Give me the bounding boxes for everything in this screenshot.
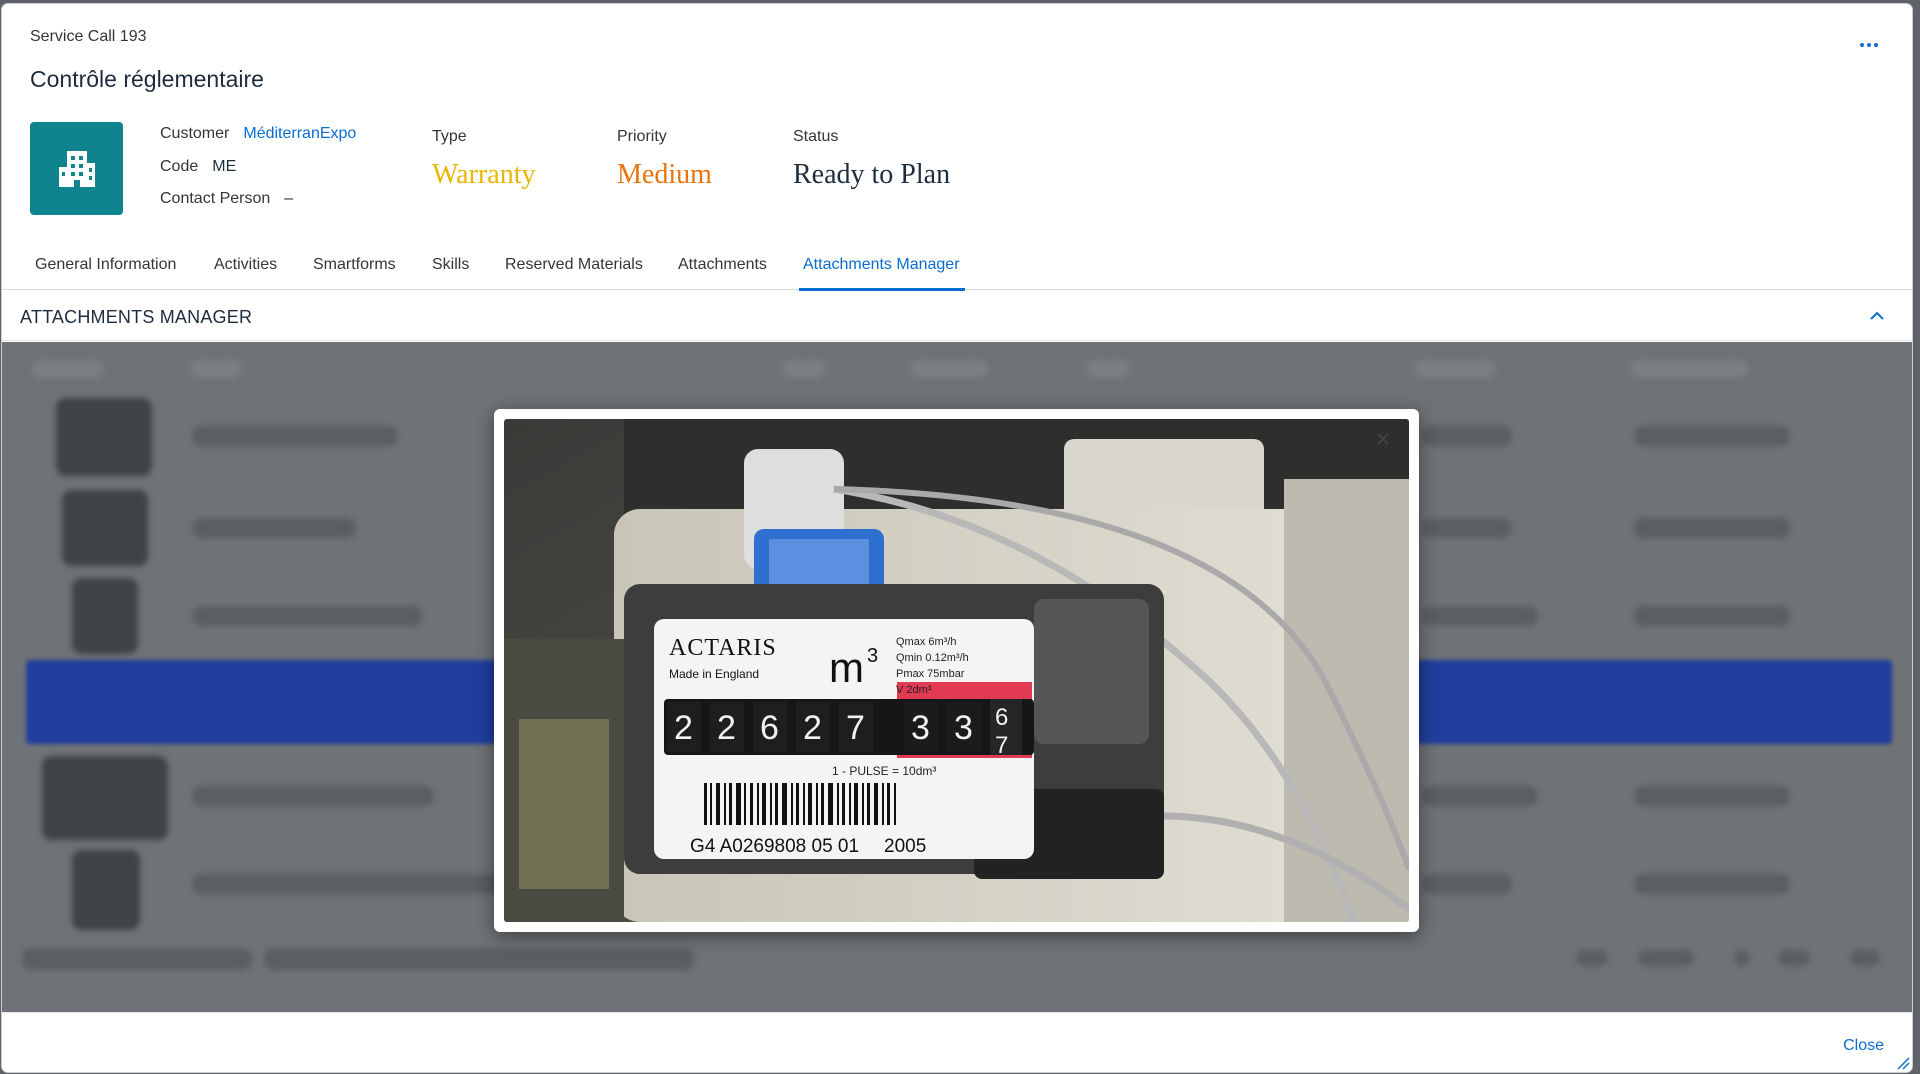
blurred-header-cell (1630, 360, 1748, 378)
blurred-cell (1634, 874, 1790, 894)
chevron-up-icon[interactable] (1866, 305, 1888, 327)
meter-digit-8-bottom: 7 (995, 732, 1008, 759)
more-options-button[interactable] (1852, 32, 1886, 58)
image-viewer-popup: ACTARIS Made in England m 3 Qmax 6m³/h Q… (494, 409, 1419, 932)
meter-pulse: 1 - PULSE = 10dm³ (832, 764, 936, 778)
tab-reserved-materials[interactable]: Reserved Materials (505, 256, 643, 274)
resize-grip-icon[interactable] (1896, 1056, 1910, 1070)
attachment-photo: ACTARIS Made in England m 3 Qmax 6m³/h Q… (504, 419, 1409, 922)
code-label: Code (160, 158, 199, 175)
section-title: ATTACHMENTS MANAGER (20, 307, 253, 327)
meter-digit-5: 7 (846, 709, 865, 747)
blurred-cell (1422, 426, 1512, 446)
blurred-cell (1422, 518, 1512, 538)
tab-bar: General Information Activities Smartform… (2, 252, 1912, 291)
blurred-file-name (192, 606, 422, 626)
blurred-footer-text (22, 948, 252, 970)
object-pre-title: Service Call 193 (30, 28, 147, 45)
meter-digit-3: 6 (760, 709, 779, 747)
meter-spec-volume: V 2dm³ (896, 684, 932, 696)
blurred-file-name (192, 874, 502, 894)
customer-row: Customer MéditerranExpo (160, 125, 356, 143)
meter-digit-4: 2 (803, 709, 822, 747)
blurred-pager (1576, 950, 1608, 966)
customer-avatar (30, 122, 123, 215)
blurred-header-cell (190, 360, 242, 378)
meter-year: 2005 (884, 836, 926, 857)
blurred-cell (1634, 606, 1790, 626)
status-value: Ready to Plan (793, 159, 951, 190)
status-kpi: Status Ready to Plan (793, 128, 950, 191)
blurred-file-name (192, 786, 434, 806)
blurred-pager (1850, 950, 1880, 966)
blurred-header-cell (1086, 360, 1130, 378)
code-row: Code ME (160, 158, 236, 176)
blurred-pager (1734, 950, 1750, 966)
meter-serial: G4 A0269808 05 01 (690, 836, 859, 857)
dialog-footer: Close (2, 1012, 1912, 1072)
blurred-thumbnail (42, 756, 168, 840)
tab-activities[interactable]: Activities (214, 256, 277, 274)
code-value: ME (212, 158, 237, 175)
contact-label: Contact Person (160, 190, 271, 207)
blurred-thumbnail (72, 578, 138, 654)
more-dot-icon (1867, 43, 1871, 47)
blurred-footer-text (264, 948, 694, 970)
contact-row: Contact Person – (160, 190, 293, 208)
meter-unit: m (829, 644, 864, 691)
tab-smartforms[interactable]: Smartforms (313, 256, 396, 274)
blurred-header-cell (910, 360, 988, 378)
blurred-pager (1778, 950, 1810, 966)
meter-spec-pmax: Pmax 75mbar (896, 668, 965, 680)
meter-unit-exponent: 3 (867, 645, 878, 667)
contact-value: – (284, 190, 294, 207)
meter-digit-2: 2 (717, 709, 736, 747)
type-value: Warranty (432, 159, 536, 190)
blurred-thumbnail (56, 398, 152, 476)
meter-digit-1: 2 (674, 709, 693, 747)
more-dot-icon (1860, 43, 1864, 47)
tab-general-information[interactable]: General Information (35, 256, 176, 274)
meter-digit-8-top: 6 (995, 704, 1008, 731)
building-icon (58, 150, 95, 187)
meter-spec-qmax: Qmax 6m³/h (896, 636, 957, 648)
customer-label: Customer (160, 125, 230, 142)
blurred-header-cell (1414, 360, 1496, 378)
blurred-cell (1634, 426, 1790, 446)
tab-attachments[interactable]: Attachments (678, 256, 767, 274)
meter-brand: ACTARIS (669, 635, 777, 661)
close-button[interactable]: Close (1843, 1037, 1884, 1055)
customer-link[interactable]: MéditerranExpo (243, 125, 356, 143)
tab-skills[interactable]: Skills (432, 256, 469, 274)
object-title: Contrôle réglementaire (30, 66, 264, 92)
tab-attachments-manager[interactable]: Attachments Manager (803, 256, 960, 274)
blurred-thumbnail (62, 490, 148, 566)
more-dot-icon (1874, 43, 1878, 47)
object-header: Service Call 193 Contrôle réglementaire … (2, 4, 1912, 291)
meter-digit-6: 3 (911, 709, 930, 747)
blurred-file-name (192, 518, 356, 538)
gas-meter-photo: ACTARIS Made in England m 3 Qmax 6m³/h Q… (504, 419, 1409, 922)
blurred-cell (1634, 518, 1790, 538)
type-kpi: Type Warranty (432, 128, 535, 191)
blurred-header-cell (32, 360, 104, 378)
priority-label: Priority (617, 128, 667, 145)
type-label: Type (432, 128, 467, 145)
meter-digit-7: 3 (954, 709, 973, 747)
blurred-cell (1422, 786, 1538, 806)
blurred-cell (1422, 874, 1512, 894)
section-header: ATTACHMENTS MANAGER (2, 291, 1912, 341)
blurred-pager (1638, 950, 1694, 966)
blurred-cell (1634, 786, 1790, 806)
blurred-file-name (192, 426, 398, 446)
blurred-header-cell (782, 360, 826, 378)
priority-kpi: Priority Medium (617, 128, 712, 191)
blurred-cell (1422, 606, 1538, 626)
priority-value: Medium (617, 159, 712, 190)
meter-origin: Made in England (669, 667, 759, 681)
meter-spec-qmin: Qmin 0.12m³/h (896, 652, 969, 664)
status-label: Status (793, 128, 839, 145)
close-icon[interactable] (1375, 431, 1391, 447)
blurred-thumbnail (72, 850, 140, 930)
